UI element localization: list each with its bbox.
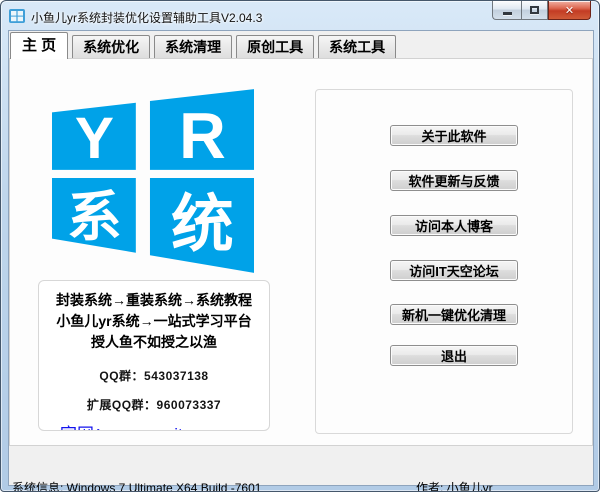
system-info-text: 系统信息: Windows 7 Ultimate X64 Build -7601 <box>12 481 262 492</box>
slogan-line-2: 小鱼儿yr系统→一站式学习平台 <box>56 313 252 329</box>
action-panel: 关于此软件 软件更新与反馈 访问本人博客 访问IT天空论坛 新机一键优化清理 退… <box>315 89 573 434</box>
tab-home[interactable]: 主 页 <box>10 32 69 59</box>
tab-system-optimize[interactable]: 系统优化 <box>72 35 151 59</box>
slogan-block: 封装系统→重装系统→系统教程 小鱼儿yr系统→一站式学习平台 授人鱼不如授之以渔 <box>39 290 269 353</box>
logo-char-xi: 系 <box>67 187 122 248</box>
author-version-block: 作者: 小鱼儿yr 版本: V2.04.3 正式版 <box>416 451 527 492</box>
visit-itsky-forum-button[interactable]: 访问IT天空论坛 <box>390 260 518 281</box>
maximize-button[interactable] <box>521 1 548 20</box>
qq-group-ext-number: 扩展QQ群：960073337 <box>86 398 222 412</box>
visit-blog-button[interactable]: 访问本人博客 <box>390 215 518 236</box>
minimize-icon <box>502 11 512 15</box>
client-area: 主 页 系统优化 系统清理 原创工具 系统工具 Y R 系 统 封装系统→重装系… <box>8 30 594 491</box>
tab-system-tools[interactable]: 系统工具 <box>318 35 397 59</box>
tab-original-tools[interactable]: 原创工具 <box>236 35 315 59</box>
logo-char-tong: 统 <box>171 190 234 260</box>
one-key-optimize-button[interactable]: 新机一键优化清理 <box>390 304 518 325</box>
info-box: 封装系统→重装系统→系统教程 小鱼儿yr系统→一站式学习平台 授人鱼不如授之以渔… <box>38 280 270 431</box>
maximize-icon <box>530 6 539 14</box>
home-tab-page: Y R 系 统 封装系统→重装系统→系统教程 小鱼儿yr系统→一站式学习平台 授… <box>9 58 593 446</box>
update-feedback-button[interactable]: 软件更新与反馈 <box>390 170 518 191</box>
tab-bar: 主 页 系统优化 系统清理 原创工具 系统工具 <box>10 32 400 59</box>
minimize-button[interactable] <box>492 1 521 20</box>
slogan-line-1: 封装系统→重装系统→系统教程 <box>56 292 252 308</box>
author-text: 作者: 小鱼儿yr <box>416 481 493 492</box>
official-website-link[interactable]: 官网：www.yrxitong.com <box>60 420 248 430</box>
caption-buttons: ✕ <box>492 1 591 21</box>
logo-letter-r: R <box>179 99 226 172</box>
window-title: 小鱼儿yr系统封装优化设置辅助工具V2.04.3 <box>31 11 263 25</box>
system-status-block: 系统信息: Windows 7 Ultimate X64 Build -7601… <box>12 451 262 492</box>
close-button[interactable]: ✕ <box>548 1 591 20</box>
app-logo-icon[interactable] <box>9 8 25 24</box>
titlebar[interactable]: 小鱼儿yr系统封装优化设置辅助工具V2.04.3 ✕ <box>1 1 599 31</box>
app-window: 小鱼儿yr系统封装优化设置辅助工具V2.04.3 ✕ 主 页 系统优化 系统清理… <box>0 0 600 492</box>
exit-button[interactable]: 退出 <box>390 345 518 366</box>
about-software-button[interactable]: 关于此软件 <box>390 125 518 146</box>
slogan-line-3: 授人鱼不如授之以渔 <box>91 334 217 350</box>
yr-system-logo: Y R 系 统 <box>52 89 254 273</box>
tab-system-clean[interactable]: 系统清理 <box>154 35 233 59</box>
qq-group-number: QQ群：543037138 <box>99 369 209 383</box>
logo-letter-y: Y <box>75 106 114 171</box>
status-bar: 系统信息: Windows 7 Ultimate X64 Build -7601… <box>9 447 593 491</box>
close-icon: ✕ <box>564 4 575 17</box>
